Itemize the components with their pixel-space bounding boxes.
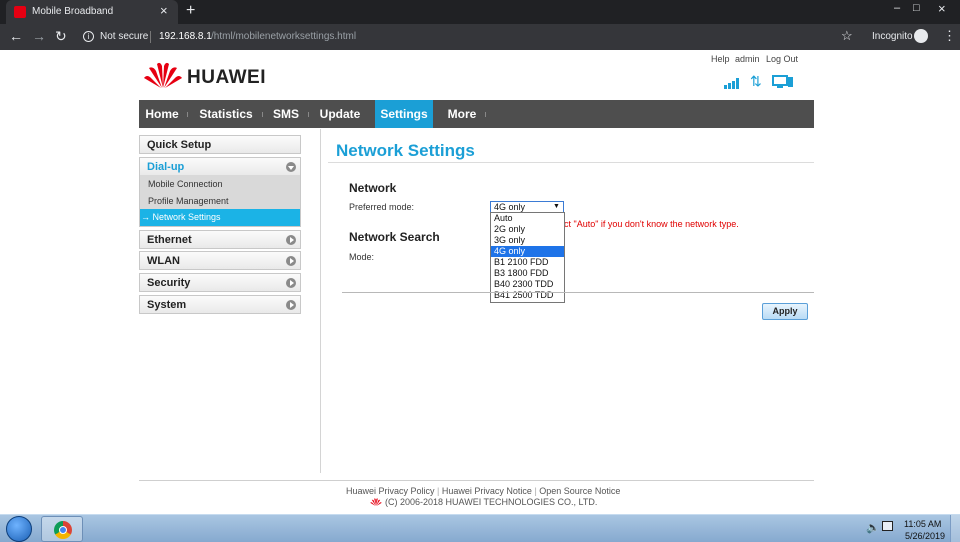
url-divider: [150, 31, 151, 43]
nav-home[interactable]: Home: [139, 100, 185, 128]
sidebar-dialup[interactable]: Dial-up: [139, 157, 301, 176]
network-tray-icon[interactable]: [882, 521, 893, 531]
chrome-icon-center: [59, 526, 67, 534]
privacy-notice-link[interactable]: Huawei Privacy Notice: [442, 486, 532, 496]
brand-name: HUAWEI: [187, 67, 266, 88]
url-path[interactable]: /html/mobilenetworksettings.html: [211, 31, 356, 42]
volume-icon[interactable]: 🔈: [866, 521, 880, 534]
chevron-right-icon: [286, 235, 296, 245]
form-divider: [342, 292, 814, 293]
huawei-logo: HUAWEI: [143, 60, 273, 92]
sidebar-wlan[interactable]: WLAN: [139, 251, 301, 270]
preferred-mode-label: Preferred mode:: [349, 202, 415, 212]
profile-label: Incognito: [872, 31, 913, 42]
nav-more[interactable]: More: [442, 100, 482, 128]
data-transfer-icon: ⇅: [750, 73, 762, 89]
incognito-icon[interactable]: [914, 29, 928, 43]
sidebar-quick-setup[interactable]: Quick Setup: [139, 135, 301, 154]
dropdown-arrow-icon: ▼: [553, 203, 560, 210]
chevron-right-icon: [286, 300, 296, 310]
option-4g-only[interactable]: 4G only: [491, 246, 564, 257]
title-underline: [328, 162, 814, 163]
star-icon[interactable]: ☆: [841, 28, 853, 44]
network-hint: ct "Auto" if you don't know the network …: [564, 219, 739, 229]
sidebar-item-label: Network Settings: [152, 212, 221, 222]
nav-sms[interactable]: SMS: [267, 100, 305, 128]
browser-tab[interactable]: Mobile Broadband ×: [6, 0, 178, 24]
content-vertical-divider: [320, 129, 321, 473]
nav-separator: [485, 112, 486, 117]
chevron-right-icon: [286, 278, 296, 288]
admin-link[interactable]: admin: [735, 54, 760, 64]
chevron-down-icon: [286, 162, 296, 172]
logout-link[interactable]: Log Out: [766, 54, 798, 64]
show-desktop-button[interactable]: [950, 515, 960, 542]
chrome-taskbar-button[interactable]: [41, 516, 83, 542]
huawei-petals-icon: [144, 62, 182, 88]
browser-tab-strip: Mobile Broadband × + – □ ×: [0, 0, 960, 24]
page-title: Network Settings: [336, 141, 475, 160]
apply-button[interactable]: Apply: [762, 303, 808, 320]
sidebar-dialup-label: Dial-up: [147, 161, 185, 173]
tab-title: Mobile Broadband: [32, 6, 114, 17]
option-2g-only[interactable]: 2G only: [491, 224, 564, 235]
clock-date[interactable]: 5/26/2019: [905, 531, 945, 541]
option-b1-2100-fdd[interactable]: B1 2100 FDD: [491, 257, 564, 268]
copyright: (C) 2006-2018 HUAWEI TECHNOLOGIES CO., L…: [385, 497, 598, 507]
sidebar-section-label: Ethernet: [147, 234, 192, 246]
sidebar-item-network-settings[interactable]: → Network Settings: [140, 209, 300, 226]
tab-close-icon[interactable]: ×: [160, 3, 168, 18]
mode-label: Mode:: [349, 252, 375, 262]
windows-taskbar: 🔈 11:05 AM 5/26/2019: [0, 514, 960, 542]
option-b3-1800-fdd[interactable]: B3 1800 FDD: [491, 268, 564, 279]
clock-time[interactable]: 11:05 AM: [904, 519, 941, 529]
security-label[interactable]: Not secure: [100, 31, 148, 42]
nav-separator: [262, 112, 263, 117]
nav-update[interactable]: Update: [314, 100, 366, 128]
nav-separator: [187, 112, 188, 117]
sidebar-section-label: Security: [147, 277, 191, 289]
option-auto[interactable]: Auto: [491, 213, 564, 224]
new-tab-button[interactable]: +: [186, 2, 195, 20]
network-search-heading: Network Search: [349, 230, 440, 244]
sidebar-security[interactable]: Security: [139, 273, 301, 292]
window-restore-button[interactable]: □: [913, 2, 920, 14]
nav-separator: [308, 112, 309, 117]
footer-links: Huawei Privacy Policy | Huawei Privacy N…: [346, 486, 620, 496]
chevron-right-icon: [286, 256, 296, 266]
signal-strength-icon: [724, 78, 739, 89]
sidebar-item-mobile-connection[interactable]: Mobile Connection: [140, 176, 300, 193]
huawei-favicon-icon: [14, 6, 26, 18]
nav-statistics[interactable]: Statistics: [193, 100, 259, 128]
select-value: 4G only: [494, 202, 526, 212]
huawei-small-logo-icon: [370, 498, 382, 506]
sidebar-item-profile-management[interactable]: Profile Management: [140, 193, 300, 210]
help-link[interactable]: Help: [711, 54, 730, 64]
browser-toolbar: ← → ↻ i Not secure 192.168.8.1 /html/mob…: [0, 24, 960, 50]
forward-icon[interactable]: →: [32, 28, 46, 44]
window-close-button[interactable]: ×: [938, 1, 946, 16]
back-icon[interactable]: ←: [9, 28, 23, 44]
sidebar-section-label: System: [147, 299, 187, 311]
nav-settings[interactable]: Settings: [375, 100, 433, 128]
arrow-right-icon: →: [141, 212, 153, 222]
network-heading: Network: [349, 181, 397, 195]
window-minimize-button[interactable]: –: [894, 2, 900, 14]
option-b40-2300-tdd[interactable]: B40 2300 TDD: [491, 279, 564, 290]
sidebar-ethernet[interactable]: Ethernet: [139, 230, 301, 249]
open-source-link[interactable]: Open Source Notice: [539, 486, 620, 496]
option-3g-only[interactable]: 3G only: [491, 235, 564, 246]
sidebar-system[interactable]: System: [139, 295, 301, 314]
start-button[interactable]: [6, 516, 32, 542]
reload-icon[interactable]: ↻: [55, 28, 67, 45]
info-icon[interactable]: i: [83, 31, 94, 42]
computer-icon: [772, 75, 793, 88]
main-nav: Home Statistics SMS Update Settings More: [139, 100, 814, 128]
footer-divider: [139, 480, 814, 481]
menu-icon[interactable]: ⋮: [943, 28, 956, 44]
privacy-policy-link[interactable]: Huawei Privacy Policy: [346, 486, 435, 496]
url-host[interactable]: 192.168.8.1: [159, 31, 212, 42]
sidebar-section-label: WLAN: [147, 255, 180, 267]
